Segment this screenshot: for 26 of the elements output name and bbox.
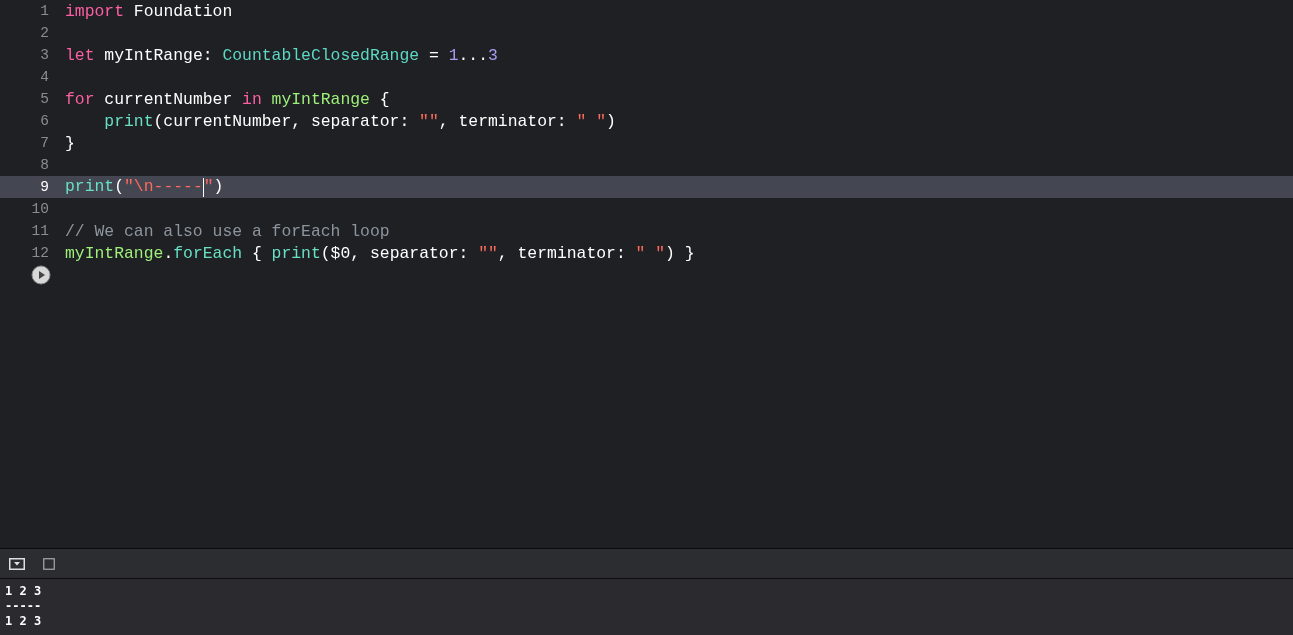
line-number: 4	[39, 69, 50, 85]
code-line: for currentNumber in myIntRange {	[65, 89, 390, 109]
code-line: print(currentNumber, separator: "", terminator: " ")	[103, 111, 616, 131]
code-line: // We can also use a forEach loop	[65, 221, 390, 241]
line-number: 8	[39, 157, 50, 173]
line-number: 9	[39, 179, 50, 195]
line-number: 7	[39, 135, 50, 151]
code-line: print("\n-----")	[65, 177, 224, 197]
hide-debug-area-icon[interactable]	[9, 557, 25, 570]
console-toggle-icon[interactable]	[43, 557, 55, 570]
console-output-line: 1 2 3	[4, 584, 43, 599]
code-line: let myIntRange: CountableClosedRange = 1...3	[65, 45, 498, 65]
console-output-line: 1 2 3	[4, 614, 43, 629]
line-number: 1	[39, 3, 50, 19]
code-line: }	[65, 133, 75, 153]
code-line: import Foundation	[65, 1, 233, 21]
line-number: 10	[30, 201, 50, 217]
line-number: 5	[39, 91, 50, 107]
line-number: 2	[39, 25, 50, 41]
console-output-line: -----	[4, 599, 43, 614]
run-button-icon[interactable]	[31, 265, 51, 285]
code-line: myIntRange.forEach { print($0, separator: "", terminator: " ") }	[65, 243, 695, 263]
line-number: 11	[30, 223, 50, 239]
line-number: 3	[39, 47, 50, 63]
line-number: 6	[39, 113, 50, 129]
line-number: 12	[30, 245, 50, 261]
